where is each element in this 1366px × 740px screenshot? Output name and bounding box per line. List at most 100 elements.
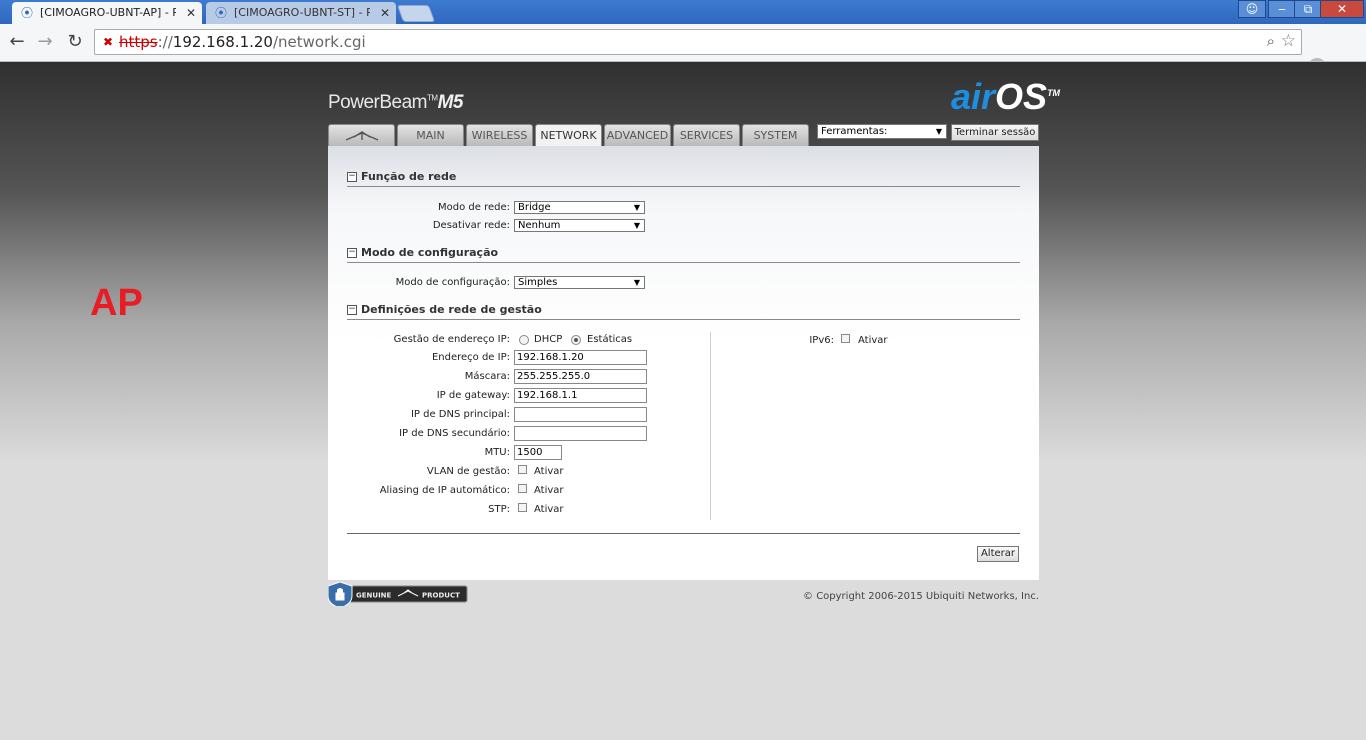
netmask-input[interactable]: 255.255.255.0 [514, 369, 647, 384]
stp-label: STP: [488, 504, 510, 515]
address-bar[interactable]: ✖ https://192.168.1.20/network.cgi ⌕ ☆ [94, 29, 1302, 55]
config-mode-label: Modo de configuração: [395, 277, 510, 288]
back-arrow-icon[interactable]: ← [6, 31, 28, 53]
static-radio[interactable] [571, 335, 581, 345]
section-config-mode: − Modo de configuração [347, 246, 1020, 263]
network-mode-label: Modo de rede: [438, 202, 510, 213]
forward-arrow-icon[interactable]: → [34, 31, 56, 53]
browser-tab-ap[interactable]: ⦿ [CIMOAGRO-UBNT-AP] - Red ✕ [12, 2, 202, 24]
config-mode-value: Simples [518, 277, 558, 288]
tab-ubnt-logo[interactable] [328, 124, 395, 146]
chevron-down-icon: ▼ [633, 203, 640, 212]
static-label: Estáticas [587, 334, 633, 345]
ubnt-logo-icon [345, 131, 378, 141]
vlan-enable-label: Ativar [534, 466, 564, 477]
brand-model: M5 [437, 92, 464, 113]
wifi-icon: ⦿ [215, 6, 228, 20]
browser-toolbar: ← → ↻ ✖ https://192.168.1.20/network.cgi… [0, 24, 1366, 77]
dns1-input[interactable] [514, 407, 647, 422]
tab-title: [CIMOAGRO-UBNT-AP] - Red [40, 6, 176, 19]
section-network-role: − Função de rede [347, 170, 1020, 187]
chevron-down-icon: ▼ [633, 221, 640, 230]
product-brand: PowerBeamTMM5 [328, 92, 463, 114]
tab-main[interactable]: MAIN [397, 124, 464, 146]
network-panel: − Função de rede Modo de rede: Bridge ▼ … [328, 146, 1039, 580]
tab-system[interactable]: SYSTEM [742, 124, 809, 146]
ip-mgmt-label: Gestão de endereço IP: [393, 334, 510, 345]
close-tab-icon[interactable]: ✕ [186, 2, 196, 24]
netmask-label: Máscara: [464, 371, 510, 382]
tab-wireless[interactable]: WIRELESS [466, 124, 533, 146]
ip-alias-enable-label: Ativar [534, 485, 564, 496]
ipv6-label: IPv6: [809, 335, 834, 346]
minimize-button[interactable]: ‒ [1268, 0, 1296, 18]
network-mode-value: Bridge [518, 202, 551, 213]
vlan-checkbox[interactable] [518, 465, 527, 474]
tab-title: [CIMOAGRO-UBNT-ST] - Prin [234, 6, 370, 19]
zoom-icon[interactable]: ⌕ [1267, 32, 1275, 50]
tools-dropdown[interactable]: Ferramentas: ▼ [817, 124, 947, 139]
tab-network[interactable]: NETWORK [535, 124, 602, 147]
dns2-label: IP de DNS secundário: [399, 428, 510, 439]
form-divider [347, 533, 1020, 534]
disable-network-select[interactable]: Nenhum ▼ [514, 219, 645, 232]
tab-services[interactable]: SERVICES [673, 124, 740, 146]
tools-label: Ferramentas: [821, 126, 888, 137]
section-management: − Definições de rede de gestão [347, 303, 1020, 320]
brand-tm: TM [427, 93, 438, 103]
vlan-label: VLAN de gestão: [426, 466, 510, 477]
logo-os: OS [995, 76, 1048, 117]
brand-name: PowerBeam [328, 92, 428, 113]
disable-network-label: Desativar rede: [432, 220, 510, 231]
apply-button[interactable]: Alterar [977, 546, 1019, 562]
dns2-input[interactable] [514, 426, 647, 441]
stp-enable-label: Ativar [534, 504, 564, 515]
wifi-icon: ⦿ [21, 6, 34, 20]
column-divider [710, 332, 711, 520]
url-text: https://192.168.1.20/network.cgi [119, 32, 366, 52]
chevron-down-icon: ▼ [935, 127, 942, 136]
collapse-icon[interactable]: − [347, 172, 357, 182]
ip-address-input[interactable]: 192.168.1.20 [514, 350, 647, 365]
ipv6-checkbox[interactable] [841, 334, 850, 343]
gateway-label: IP de gateway: [436, 390, 510, 401]
url-scheme: https [119, 33, 158, 51]
product-text: PRODUCT [422, 592, 460, 600]
logo-tm: TM [1047, 88, 1061, 98]
collapse-icon[interactable]: − [347, 305, 357, 315]
ipv6-enable-label: Ativar [858, 335, 888, 346]
ap-annotation: AP [90, 282, 143, 324]
tab-advanced[interactable]: ADVANCED [604, 124, 671, 146]
page-content: AP PowerBeamTMM5 airOSTM MAIN WIRELESS N… [0, 62, 1366, 740]
url-sep: :// [157, 33, 173, 51]
close-tab-icon[interactable]: ✕ [380, 2, 390, 24]
gateway-input[interactable]: 192.168.1.1 [514, 388, 647, 403]
genuine-text: GENUINE [356, 592, 392, 600]
dhcp-radio[interactable] [519, 335, 529, 345]
url-host: 192.168.1.20 [172, 33, 273, 51]
user-icon[interactable]: ☺ [1238, 0, 1266, 18]
url-path: /network.cgi [272, 33, 366, 51]
stp-checkbox[interactable] [518, 503, 527, 512]
genuine-product-badge: GENUINE PRODUCT [328, 582, 468, 606]
ip-alias-label: Aliasing de IP automático: [379, 485, 510, 496]
logout-button[interactable]: Terminar sessão [951, 124, 1039, 141]
browser-tab-st[interactable]: ⦿ [CIMOAGRO-UBNT-ST] - Prin ✕ [206, 2, 396, 24]
network-mode-select[interactable]: Bridge ▼ [514, 201, 645, 214]
disable-network-value: Nenhum [518, 220, 561, 231]
reload-icon[interactable]: ↻ [64, 31, 86, 53]
close-window-button[interactable]: ✕ [1320, 0, 1364, 18]
mtu-label: MTU: [484, 447, 510, 458]
copyright-text: © Copyright 2006-2015 Ubiquiti Networks,… [803, 591, 1039, 602]
bookmark-star-icon[interactable]: ☆ [1281, 31, 1296, 51]
collapse-icon[interactable]: − [347, 248, 357, 258]
mtu-input[interactable]: 1500 [514, 445, 562, 460]
ip-alias-checkbox[interactable] [518, 484, 527, 493]
insecure-lock-icon[interactable]: ✖ [103, 35, 115, 49]
section-title: Definições de rede de gestão [361, 303, 542, 316]
config-mode-select[interactable]: Simples ▼ [514, 276, 645, 289]
restore-button[interactable]: ⧉ [1294, 0, 1322, 18]
section-title: Modo de configuração [361, 246, 499, 259]
airos-logo: airOSTM [951, 76, 1060, 118]
new-tab-button[interactable] [396, 5, 436, 22]
